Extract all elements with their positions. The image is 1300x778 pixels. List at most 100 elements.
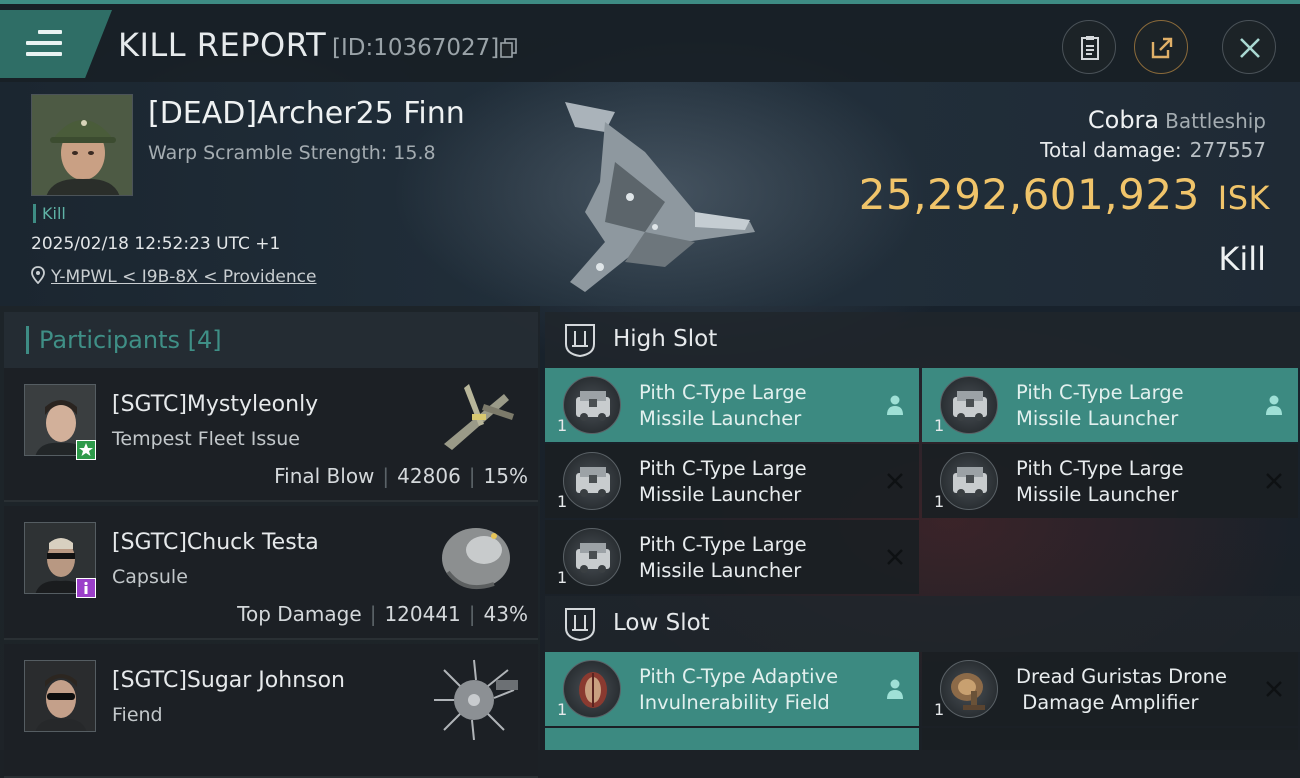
victim-ship-image xyxy=(565,102,755,292)
module-name-line2: Missile Launcher xyxy=(1016,407,1179,430)
module-name-line1: Dread Guristas Drone xyxy=(1016,665,1228,688)
participants-label: Participants [4] xyxy=(26,326,222,354)
module-name: Pith C-Type Large Missile Launcher xyxy=(639,456,879,508)
person-icon xyxy=(887,395,903,415)
module-quantity: 1 xyxy=(934,700,945,719)
missile-launcher-icon xyxy=(563,528,621,586)
participant-row[interactable]: [SGTC]Sugar Johnson Fiend xyxy=(4,644,538,778)
module-name: Pith C-Type Large Missile Launcher xyxy=(639,532,879,584)
module-item[interactable]: 1 Pith C-Type Adaptive Invulnerability Fi… xyxy=(545,652,919,726)
module-item-partial[interactable] xyxy=(545,728,919,750)
module-name: Pith C-Type Large Missile Launcher xyxy=(1016,380,1256,432)
module-name-line2: Missile Launcher xyxy=(1016,483,1179,506)
info-badge-icon xyxy=(76,578,96,598)
participant-ship: Fiend xyxy=(112,704,163,726)
cross-icon xyxy=(887,473,903,489)
participant-percent: 15% xyxy=(483,464,528,488)
module-item[interactable]: 1 Pith C-Type Large Missile Launcher xyxy=(922,444,1298,518)
share-icon xyxy=(1151,37,1173,59)
slot-shield-icon xyxy=(565,608,595,642)
victim-ship-name: Cobra Battleship xyxy=(1088,106,1266,134)
cross-icon xyxy=(887,549,903,565)
low-slot-label: Low Slot xyxy=(613,610,710,636)
drone-damage-amplifier-icon xyxy=(940,660,998,718)
module-name-line2: Missile Launcher xyxy=(639,559,802,582)
module-item[interactable]: 1 Pith C-Type Large Missile Launcher xyxy=(545,444,919,518)
isk-unit: ISK xyxy=(1217,179,1270,217)
cross-icon xyxy=(1266,473,1282,489)
location-link[interactable]: Y-MPWL < I9B-8X < Providence xyxy=(51,267,316,287)
close-button[interactable] xyxy=(1222,20,1276,74)
participant-row[interactable]: [SGTC]Mystyleonly Tempest Fleet Issue Fi… xyxy=(4,368,538,502)
copy-icon[interactable] xyxy=(500,38,518,58)
kill-location[interactable]: Y-MPWL < I9B-8X < Providence xyxy=(31,266,316,287)
module-name-line2: Missile Launcher xyxy=(639,407,802,430)
star-badge-icon xyxy=(76,440,96,460)
module-quantity: 1 xyxy=(557,416,568,435)
share-button[interactable] xyxy=(1134,20,1188,74)
module-name: Pith C-Type Large Missile Launcher xyxy=(1016,456,1256,508)
avatar xyxy=(24,660,96,732)
module-item[interactable]: 1 Pith C-Type Large Missile Launcher xyxy=(545,520,919,594)
participants-panel: Participants [4] [SGTC]Mystyleonly Tempe… xyxy=(0,306,540,778)
high-slot-label: High Slot xyxy=(613,326,718,352)
module-name-line2: Missile Launcher xyxy=(639,483,802,506)
module-item-partial[interactable] xyxy=(922,728,1298,750)
module-name-line1: Pith C-Type Large xyxy=(1016,457,1184,480)
missile-launcher-icon xyxy=(940,376,998,434)
menu-button[interactable] xyxy=(0,10,112,78)
menu-icon xyxy=(26,30,62,58)
page-title: KILL REPORT xyxy=(118,26,327,64)
close-icon xyxy=(1240,38,1260,58)
high-slot-header: High Slot xyxy=(545,312,1300,368)
isk-amount: 25,292,601,923 xyxy=(858,170,1200,219)
participant-stats: Final Blow | 42806 | 15% xyxy=(274,464,528,488)
module-quantity: 1 xyxy=(557,700,568,719)
module-item[interactable]: 1 Dread Guristas Drone Damage Amplifier xyxy=(922,652,1298,726)
isk-value: 25,292,601,923 ISK xyxy=(859,170,1270,219)
participant-row[interactable]: [SGTC]Chuck Testa Capsule Top Damage | 120… xyxy=(4,506,538,640)
participant-name: [SGTC]Chuck Testa xyxy=(112,530,319,555)
total-damage-label: Total damage: xyxy=(1040,138,1182,162)
participant-name: [SGTC]Mystyleonly xyxy=(112,392,319,417)
module-name: Pith C-Type Adaptive Invulnerability Fiel… xyxy=(639,664,879,716)
victim-portrait xyxy=(31,94,133,196)
module-name-line1: Pith C-Type Large xyxy=(639,533,807,556)
module-name-line1: Pith C-Type Large xyxy=(639,381,807,404)
module-name-line2: Invulnerability Field xyxy=(639,691,830,714)
kill-datetime: 2025/02/18 12:52:23 UTC +1 xyxy=(31,234,281,254)
top-damage-label: Top Damage xyxy=(237,602,362,626)
module-name: Pith C-Type Large Missile Launcher xyxy=(639,380,879,432)
module-quantity: 1 xyxy=(934,416,945,435)
module-name-line1: Pith C-Type Adaptive xyxy=(639,665,839,688)
top-bar: KILL REPORT [ID:10367027] xyxy=(0,0,1300,82)
person-icon xyxy=(887,679,903,699)
kill-tag: Kill xyxy=(33,204,66,223)
victim-name: [DEAD]Archer25 Finn xyxy=(148,96,465,131)
clipboard-button[interactable] xyxy=(1062,20,1116,74)
module-name-line2: Damage Amplifier xyxy=(1016,691,1199,714)
participant-ship: Capsule xyxy=(112,566,188,588)
module-name: Dread Guristas Drone Damage Amplifier xyxy=(1016,664,1256,716)
participant-ship-image xyxy=(442,528,510,589)
module-item[interactable]: 1 Pith C-Type Large Missile Launcher xyxy=(922,368,1298,442)
ship-class: Battleship xyxy=(1165,109,1266,133)
location-pin-icon xyxy=(31,266,45,285)
warp-scramble-strength: Warp Scramble Strength: 15.8 xyxy=(148,142,436,164)
module-item[interactable]: 1 Pith C-Type Large Missile Launcher xyxy=(545,368,919,442)
low-slot-header: Low Slot xyxy=(545,596,1300,652)
final-blow-label: Final Blow xyxy=(274,464,375,488)
participant-stats: Top Damage | 120441 | 43% xyxy=(237,602,528,626)
person-icon xyxy=(1266,395,1282,415)
participants-header[interactable]: Participants [4] xyxy=(4,312,538,368)
module-name-line1: Pith C-Type Large xyxy=(639,457,807,480)
module-quantity: 1 xyxy=(557,492,568,511)
ship-name-text: Cobra xyxy=(1087,106,1160,134)
victim-panel: [DEAD]Archer25 Finn Warp Scramble Streng… xyxy=(0,82,1300,306)
clipboard-icon xyxy=(1081,36,1099,60)
participant-name: [SGTC]Sugar Johnson xyxy=(112,668,345,693)
invulnerability-field-icon xyxy=(563,660,621,718)
participant-ship-image xyxy=(444,384,514,450)
participant-damage: 120441 xyxy=(384,602,461,626)
module-quantity: 1 xyxy=(557,568,568,587)
